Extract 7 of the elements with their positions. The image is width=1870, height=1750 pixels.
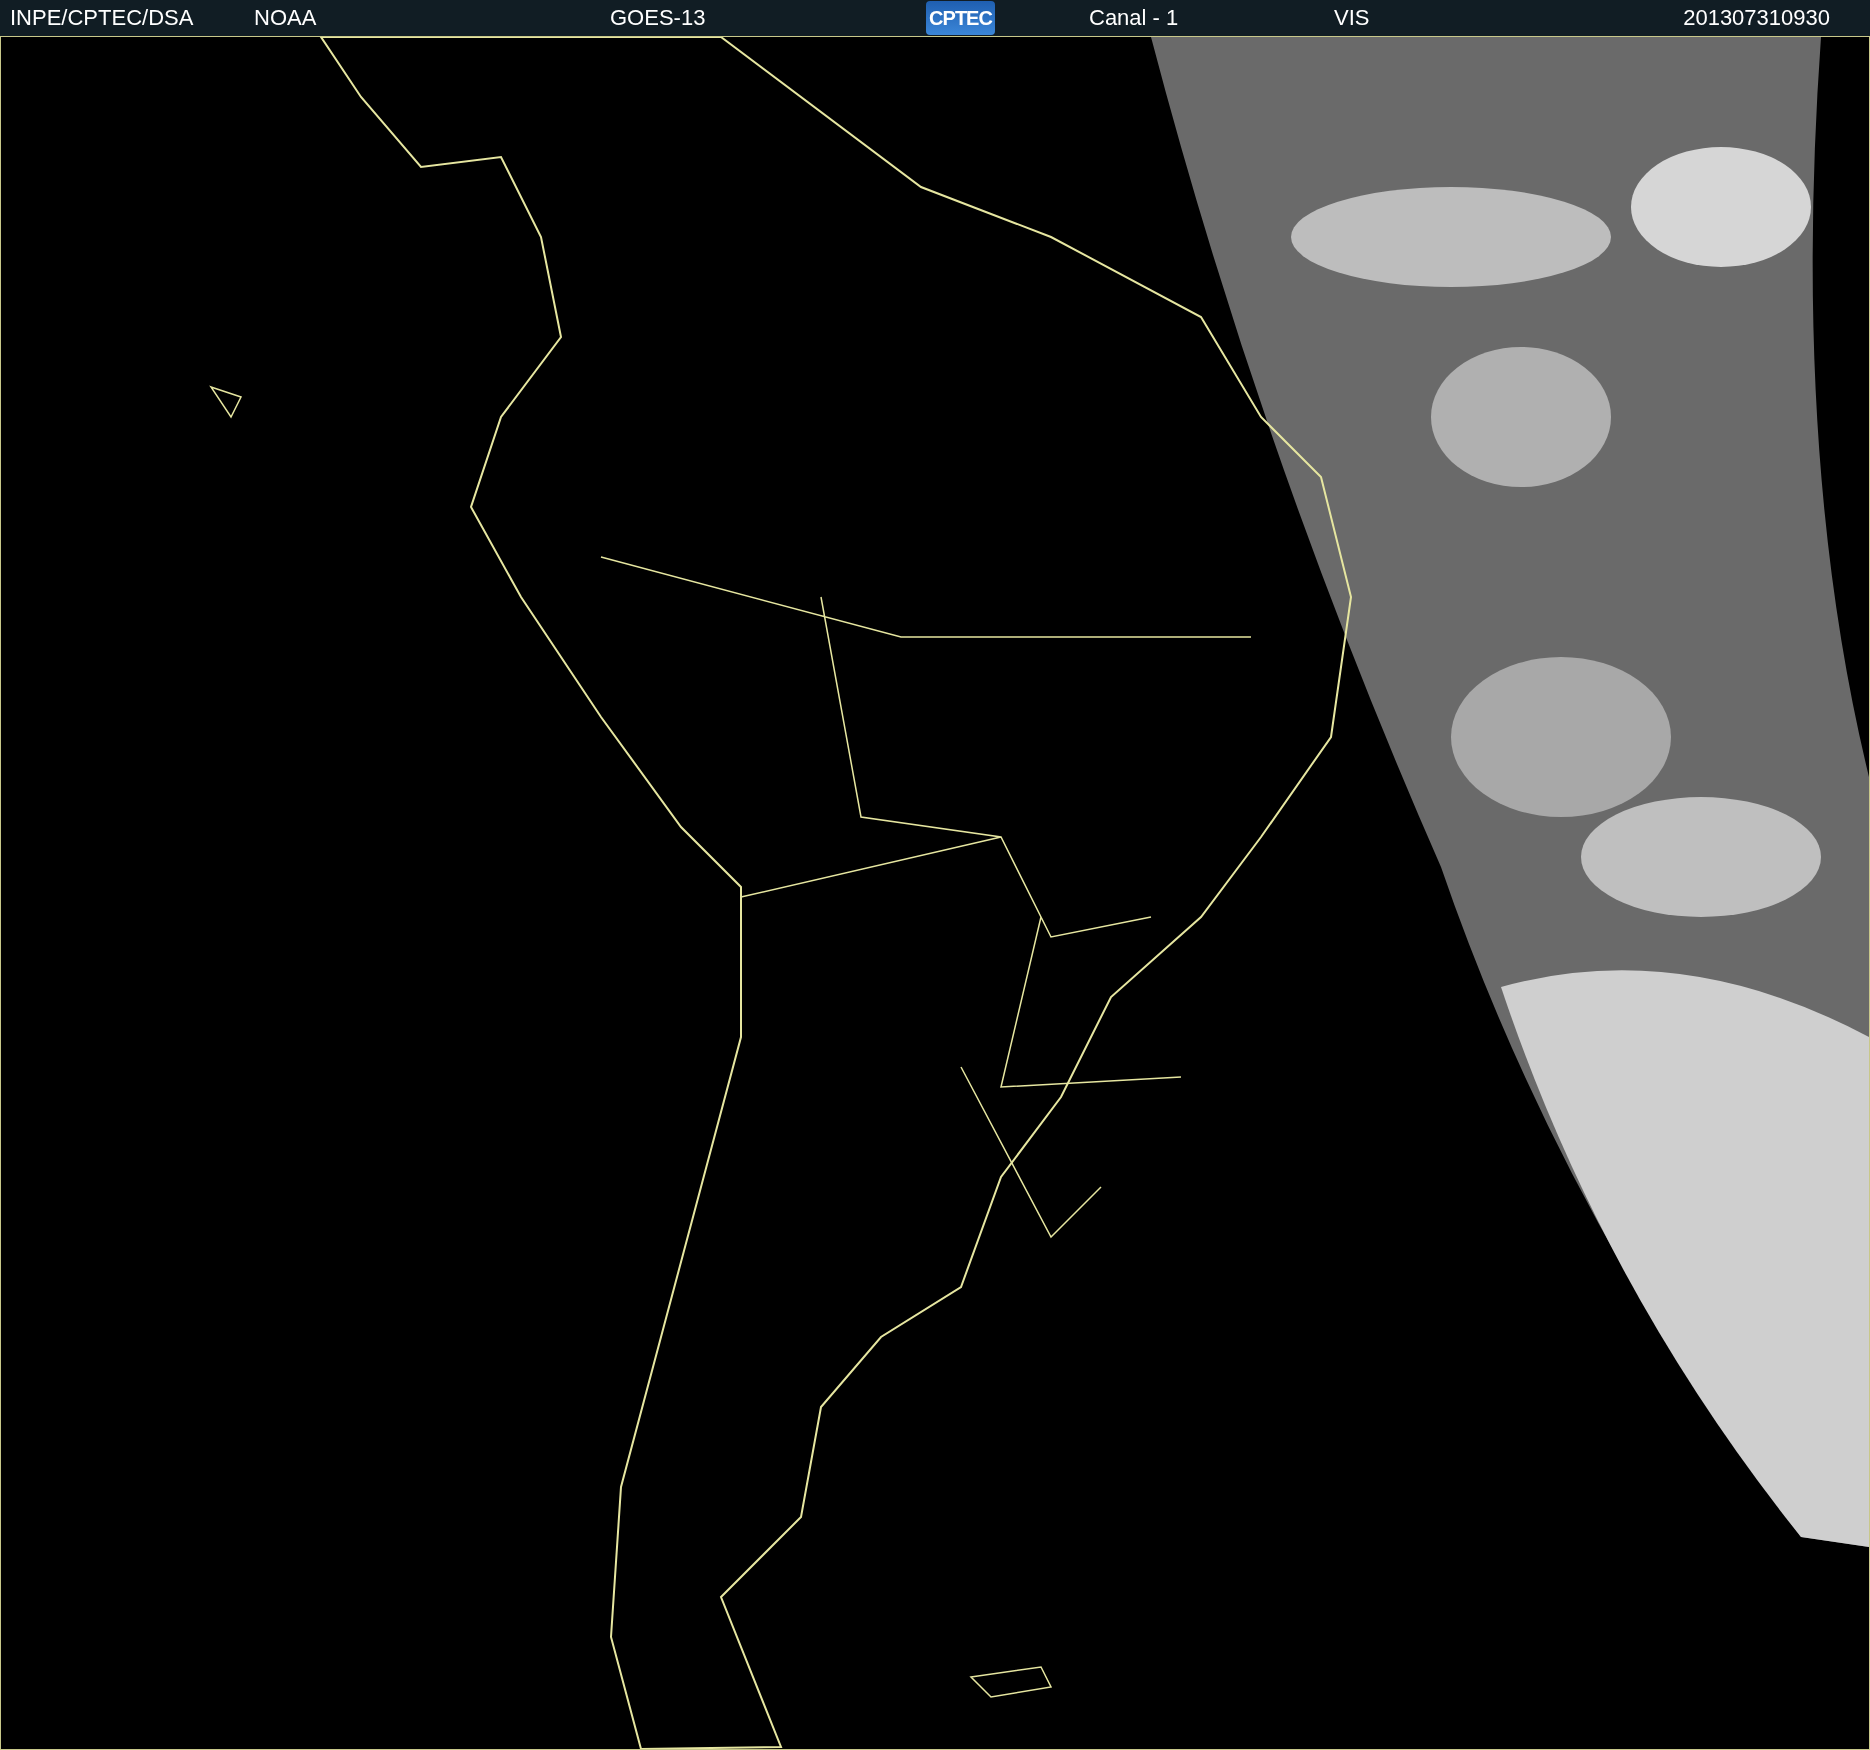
satellite-label: GOES-13	[610, 7, 707, 29]
logo: CPTEC	[926, 1, 995, 35]
band-label: VIS	[1334, 7, 1371, 29]
source-label: NOAA	[254, 7, 318, 29]
timestamp-label: 201307310930	[1683, 7, 1830, 29]
agency-label: INPE/CPTEC/DSA	[10, 7, 195, 29]
channel-label: Canal - 1	[1089, 7, 1180, 29]
